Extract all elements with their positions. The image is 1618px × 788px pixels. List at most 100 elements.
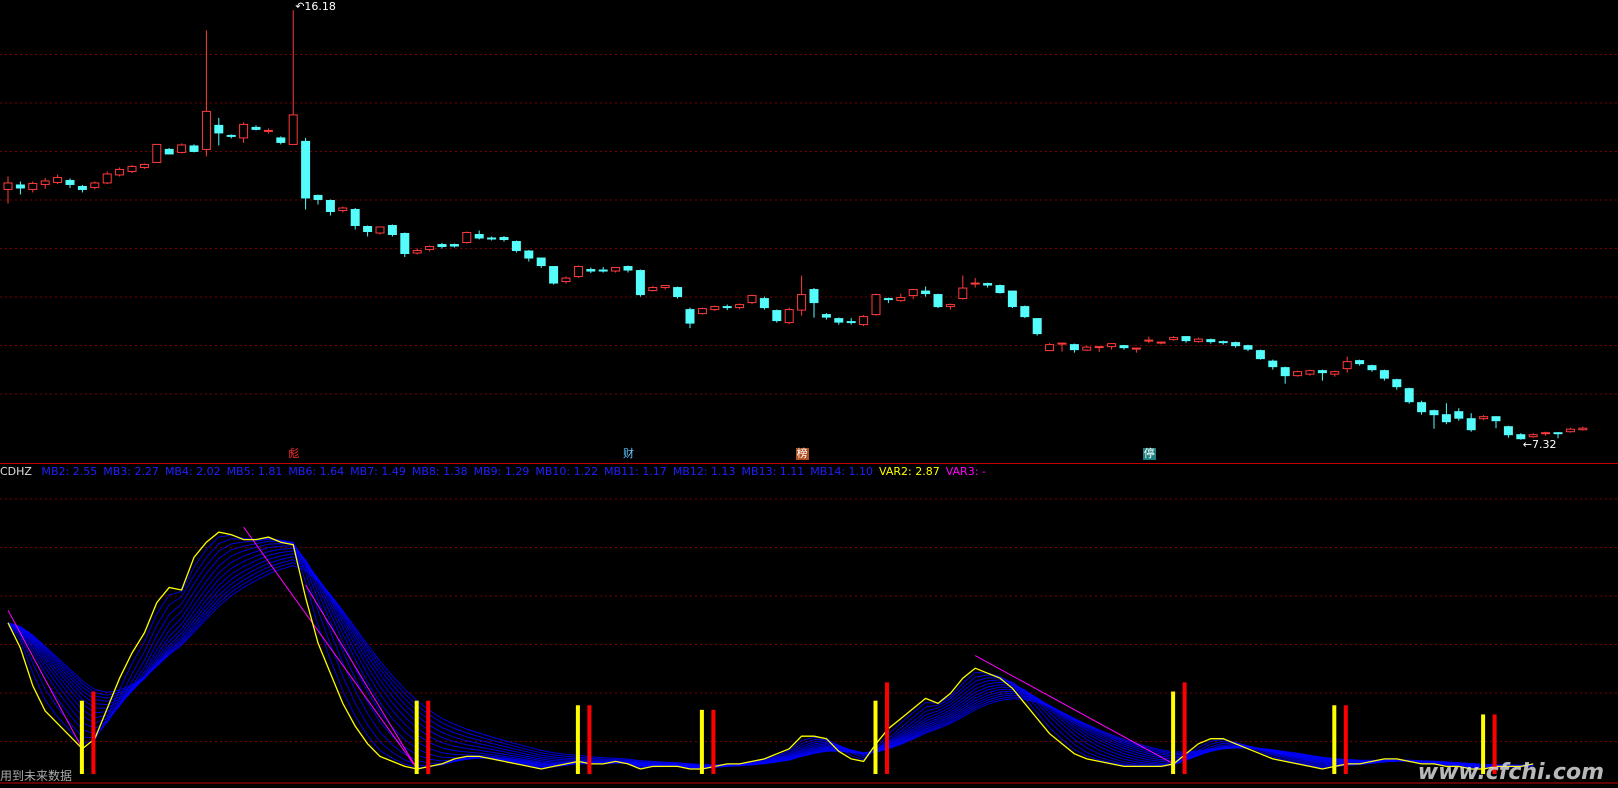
candle-body-down: [1255, 350, 1265, 360]
indicator-value: MB6: 1.64: [288, 465, 345, 478]
candle-body-up: [1528, 434, 1538, 438]
signal-bar-red: [711, 709, 716, 774]
mb-line: [7, 562, 1534, 766]
signal-bar-red: [426, 700, 431, 774]
candle-body-up: [139, 163, 149, 168]
indicator-value: VAR3: -: [945, 465, 986, 478]
candle-body-up: [152, 143, 162, 163]
candle-body-down: [276, 137, 286, 143]
candle-body-down: [1243, 345, 1253, 350]
candle-body-up: [1305, 370, 1315, 375]
candle-body-down: [1454, 411, 1464, 419]
candle-body-up: [1578, 427, 1588, 431]
signal-bar-yellow: [1171, 691, 1176, 774]
stock-chart-window[interactable]: ↶16.18 ←7.32 彪 财 榜 停 CDHZ MB2: 2.55 MB3: 2.2…: [0, 0, 1618, 785]
candle-body-up: [908, 289, 918, 297]
candle-body-down: [189, 145, 199, 152]
candle-body-down: [1466, 418, 1476, 431]
indicator-value: VAR2: 2.87: [879, 465, 940, 478]
candle-body-up: [648, 287, 658, 292]
indicator-value: MB9: 1.29: [473, 465, 530, 478]
candle-body-up: [958, 287, 968, 300]
indicator-value: MB7: 1.49: [350, 465, 406, 478]
var2-line: [7, 531, 1534, 770]
candle-body-down: [809, 289, 819, 304]
candle-body-down: [226, 134, 236, 137]
chart-canvas[interactable]: [0, 0, 1618, 784]
candle-body-down: [524, 250, 534, 259]
event-marker[interactable]: 财: [622, 448, 635, 460]
candle-body-down: [1007, 290, 1017, 308]
candle-body-up: [1156, 341, 1166, 344]
candle-body-down: [77, 185, 87, 190]
event-marker[interactable]: 停: [1142, 448, 1156, 460]
candle-body-down: [325, 199, 335, 212]
candle-body-down: [1317, 370, 1327, 374]
candle-body-up: [3, 182, 13, 190]
signal-bar-yellow: [1332, 705, 1337, 774]
indicator-value: MB14: 1.10: [810, 465, 874, 478]
candle-body-down: [1417, 402, 1427, 413]
candle-body-up: [1131, 347, 1141, 350]
candle-body-up: [288, 114, 298, 145]
candle-body-up: [1193, 338, 1203, 343]
event-marker[interactable]: 彪: [287, 448, 300, 460]
candle-body-up: [561, 277, 571, 283]
candle-body-down: [1429, 410, 1439, 416]
indicator-value: MB12: 1.13: [672, 465, 736, 478]
candle-body-down: [685, 309, 695, 324]
candle-body-up: [425, 246, 435, 251]
candle-body-down: [251, 126, 261, 130]
candle-body-up: [945, 304, 955, 308]
candle-body-down: [536, 257, 546, 267]
candle-body-down: [65, 179, 75, 185]
candle-body-down: [301, 140, 311, 199]
candle-body-up: [1082, 346, 1092, 351]
candle-body-down: [1404, 388, 1414, 403]
signal-bar-yellow: [699, 709, 704, 774]
event-marker[interactable]: 榜: [795, 448, 809, 460]
indicator-value: MB2: 2.55: [41, 465, 98, 478]
candle-body-down: [387, 225, 397, 236]
candle-body-down: [363, 226, 373, 233]
price-high-label: ↶16.18: [295, 0, 336, 14]
candle-body-down: [350, 208, 360, 227]
candle-body-up: [1057, 342, 1067, 345]
signal-bar-yellow: [414, 700, 419, 774]
candle-body-down: [1553, 432, 1563, 435]
candle-body-down: [15, 184, 25, 189]
mb-line: [7, 545, 1534, 768]
candle-body-up: [53, 176, 63, 183]
watermark-text: www.cfchi.com: [1417, 760, 1604, 785]
candle-body-down: [921, 290, 931, 295]
candle-body-up: [970, 282, 980, 285]
candle-body-down: [437, 244, 447, 248]
candle-body-down: [623, 266, 633, 271]
mb-line: [7, 559, 1534, 767]
indicator-name[interactable]: CDHZ: [0, 465, 32, 478]
candle-body-up: [859, 316, 869, 326]
candle-body-up: [127, 165, 137, 172]
indicator-value: MB10: 1.22: [535, 465, 599, 478]
candle-body-down: [1441, 414, 1451, 423]
candle-body-up: [263, 129, 273, 132]
candle-body-up: [1342, 361, 1352, 370]
candle-body-down: [1392, 379, 1402, 388]
candle-body-up: [1565, 428, 1575, 433]
candle-body-up: [1330, 371, 1340, 375]
price-low-label: ←7.32: [1522, 437, 1557, 451]
var3-line: [243, 526, 418, 770]
candle-body-up: [573, 266, 583, 278]
signal-bar-yellow: [79, 700, 84, 774]
candle-body-up: [735, 304, 745, 309]
candle-body-down: [474, 234, 484, 239]
var3-line: [974, 655, 1174, 765]
candle-body-up: [1144, 339, 1154, 342]
candle-body-up: [338, 207, 348, 211]
candle-body-down: [1231, 342, 1241, 347]
candle-body-down: [586, 269, 596, 272]
candle-body-down: [883, 298, 893, 301]
indicator-value: MB5: 1.81: [226, 465, 283, 478]
candle-body-down: [511, 241, 521, 252]
candle-body-up: [201, 110, 211, 150]
